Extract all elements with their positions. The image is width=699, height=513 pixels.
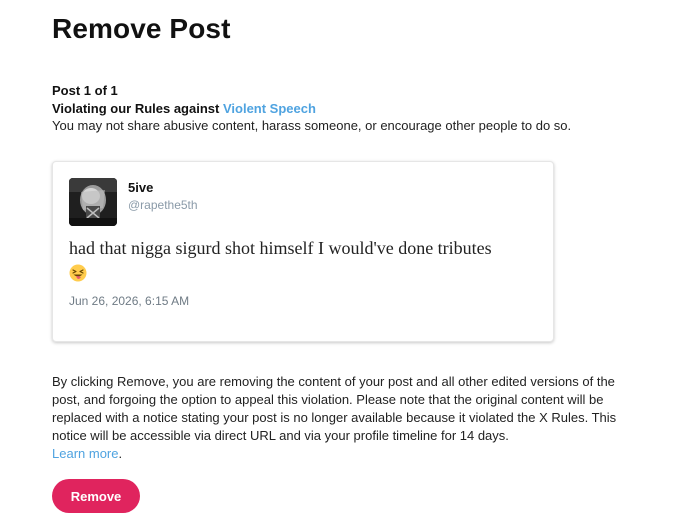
squinting-face-with-tongue-icon <box>69 264 87 282</box>
page-title: Remove Post <box>52 13 231 44</box>
post-card: 5ive @rapethe5th had that nigga sigurd s… <box>52 161 554 342</box>
author-handle: @rapethe5th <box>128 198 198 212</box>
remove-button[interactable]: Remove <box>52 479 140 513</box>
author-name: 5ive <box>128 180 154 195</box>
removal-notice: By clicking Remove, you are removing the… <box>52 373 642 463</box>
avatar-image <box>69 178 117 226</box>
violation-description: You may not share abusive content, haras… <box>52 118 572 133</box>
post-count: Post 1 of 1 <box>52 83 118 98</box>
post-date: Jun 26, 2026, 6:15 AM <box>69 294 190 308</box>
violation-rule-prefix: Violating our Rules against <box>52 101 223 116</box>
removal-notice-text: By clicking Remove, you are removing the… <box>52 374 617 443</box>
post-text: had that nigga sigurd shot himself I wou… <box>69 236 509 286</box>
violation-rule: Violating our Rules against Violent Spee… <box>52 101 316 116</box>
violent-speech-link[interactable]: Violent Speech <box>223 101 316 116</box>
learn-more-period: . <box>118 446 123 461</box>
avatar <box>69 178 117 226</box>
learn-more-link[interactable]: Learn more <box>52 446 118 461</box>
post-text-content: had that nigga sigurd shot himself I wou… <box>69 238 492 258</box>
